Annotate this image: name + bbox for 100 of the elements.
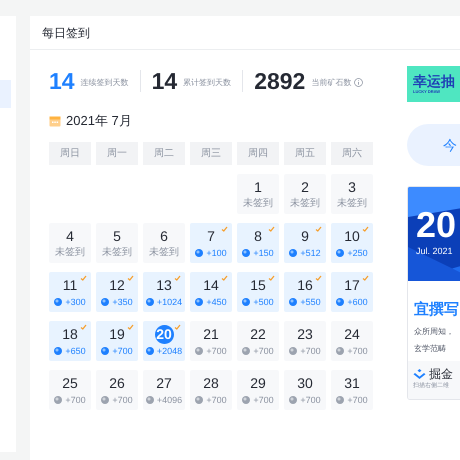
day-number: 14 [203, 276, 219, 294]
day-number: 25 [62, 374, 78, 392]
day-number: 20 [154, 324, 174, 344]
day-cell[interactable]: 24 +700 [331, 321, 373, 361]
ore-icon [101, 346, 110, 354]
stat-value: 14 [152, 70, 178, 92]
reward-amount: +700 [347, 394, 368, 406]
day-cell[interactable]: 6 未签到 [143, 223, 185, 263]
day-number: 15 [250, 276, 266, 294]
ore-icon [336, 346, 344, 354]
stat-label: 累计签到天数 [183, 77, 232, 89]
ore-icon [336, 396, 344, 404]
day-cell[interactable]: 13 +1024 [143, 272, 185, 312]
reward-amount: +700 [206, 394, 227, 406]
ore-icon [289, 298, 298, 306]
reward-amount: +1024 [156, 296, 182, 308]
banner-title: 幸运抽 [413, 73, 456, 89]
ore-icon [146, 346, 154, 354]
ore-icon [146, 396, 154, 404]
date-month: Jul. 2021 [416, 245, 454, 258]
ore-icon [242, 298, 250, 306]
day-number: 23 [297, 324, 313, 344]
day-cell[interactable]: 30 +700 [284, 370, 326, 410]
ore-icon [336, 298, 344, 306]
ore-icon [336, 248, 344, 256]
day-cell[interactable]: 17 +600 [331, 272, 373, 312]
day-cell[interactable]: 9 +512 [284, 223, 326, 263]
ore-icon [195, 248, 204, 256]
day-cell[interactable]: 31 +700 [331, 370, 373, 410]
day-cell[interactable]: 3 未签到 [331, 174, 373, 214]
day-cell[interactable]: 12 +350 [96, 272, 138, 312]
day-number: 29 [250, 374, 266, 392]
day-cell[interactable]: 1 未签到 [237, 174, 279, 214]
day-cell[interactable]: 18 +650 [49, 321, 91, 361]
day-number: 4 [66, 226, 74, 246]
day-number: 17 [344, 276, 360, 294]
ore-icon [289, 396, 298, 404]
day-number: 2 [301, 178, 309, 196]
day-cell[interactable]: 27 +4096 [143, 370, 185, 410]
day-number: 11 [62, 276, 78, 294]
card-text: 众所周知， [414, 326, 455, 338]
reward-amount: +300 [65, 296, 86, 308]
day-number: 13 [156, 276, 172, 294]
unsigned-label: 未签到 [243, 196, 273, 210]
day-number: 30 [297, 374, 313, 392]
day-cell[interactable]: 25 +700 [49, 370, 91, 410]
day-cell[interactable]: 29 +700 [237, 370, 279, 410]
day-number: 26 [109, 374, 125, 392]
day-cell[interactable]: 15 +500 [237, 272, 279, 312]
day-cell[interactable]: 23 +700 [284, 321, 326, 361]
weekday-header: 周一 [96, 142, 138, 165]
day-cell[interactable]: 28 +700 [190, 370, 232, 410]
date-number: 20 [416, 205, 458, 245]
day-cell[interactable]: 11 +300 [49, 272, 91, 312]
day-cell[interactable]: 5 未签到 [96, 223, 138, 263]
day-number: 21 [203, 324, 219, 344]
day-cell[interactable]: 2 未签到 [284, 174, 326, 214]
day-cell[interactable]: 16 +550 [284, 272, 326, 312]
day-cell[interactable]: 21 +700 [190, 321, 232, 361]
ore-icon [54, 396, 62, 404]
day-number: 16 [297, 276, 313, 294]
reward-amount: +100 [206, 246, 227, 260]
reward-amount: +700 [112, 394, 133, 406]
reward-amount: +700 [300, 344, 321, 358]
reward-amount: +650 [65, 344, 86, 358]
day-cell[interactable]: 26 +700 [96, 370, 138, 410]
weekday-header: 周六 [331, 142, 373, 165]
day-cell[interactable]: 4 未签到 [49, 223, 91, 263]
weekday-header: 周日 [49, 142, 91, 165]
day-cell[interactable]: 22 +700 [237, 321, 279, 361]
reward-amount: +700 [65, 394, 86, 406]
day-number: 31 [344, 374, 360, 392]
reward-amount: +550 [300, 296, 321, 308]
reward-amount: +4096 [156, 394, 182, 406]
day-cell[interactable]: 10 +250 [331, 223, 373, 263]
calendar-icon [49, 115, 61, 127]
day-cell[interactable]: 7 +100 [190, 223, 232, 263]
ore-icon [195, 298, 204, 306]
day-cell[interactable]: 8 +150 [237, 223, 279, 263]
unsigned-label: 未签到 [55, 246, 85, 260]
ore-icon [54, 298, 62, 306]
stat-label: 连续签到天数 [80, 77, 129, 89]
day-cell[interactable]: 14 +450 [190, 272, 232, 312]
day-number: 1 [254, 178, 262, 196]
card-title: 每日签到 [42, 24, 90, 42]
reward-amount: +350 [112, 296, 133, 308]
weekday-header: 周四 [237, 142, 279, 165]
day-number: 19 [109, 324, 125, 344]
day-cell[interactable]: 20 +2048 [143, 321, 185, 361]
ore-icon [101, 298, 110, 306]
ore-icon [289, 346, 298, 354]
unsigned-label: 未签到 [290, 196, 320, 210]
card-heading: 宜撰写 [414, 300, 460, 320]
day-number: 3 [348, 178, 356, 196]
info-icon[interactable] [354, 78, 364, 86]
reward-amount: +700 [253, 394, 274, 406]
day-cell[interactable]: 19 +700 [96, 321, 138, 361]
day-number: 8 [254, 226, 262, 246]
reward-amount: +700 [253, 344, 274, 358]
day-number: 22 [250, 324, 266, 344]
